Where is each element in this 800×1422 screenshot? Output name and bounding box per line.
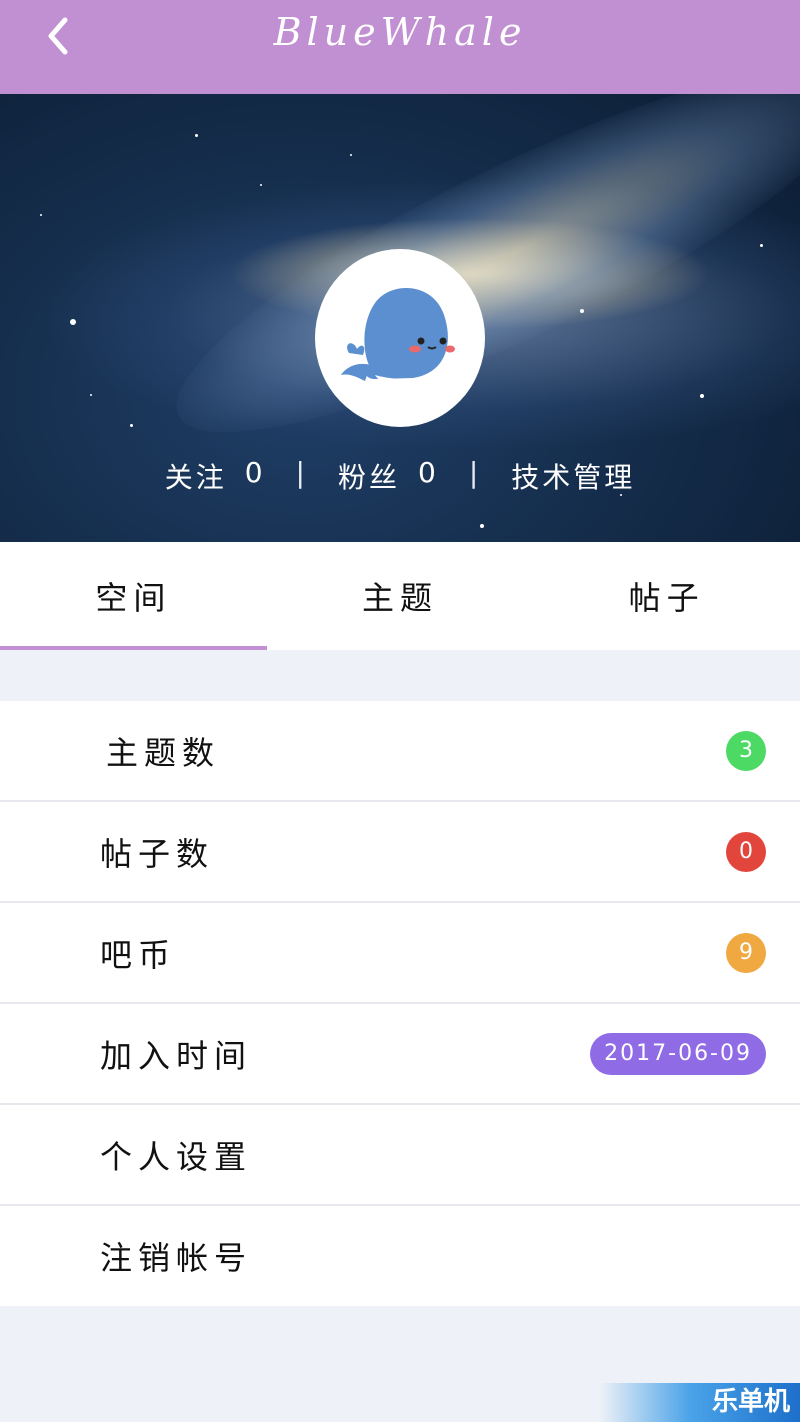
tab-label: 主题: [362, 579, 439, 617]
list-item-label: 帖子数: [100, 834, 215, 873]
follow-label: 关注: [164, 461, 227, 494]
tab-space[interactable]: 空间: [0, 542, 267, 650]
list-item-logout[interactable]: 注销帐号: [0, 1206, 800, 1306]
star: [350, 154, 352, 156]
fans-stat[interactable]: 粉丝 0: [338, 456, 439, 496]
tab-posts[interactable]: 帖子: [533, 542, 800, 650]
whale-avatar-icon: [341, 288, 455, 386]
profile-info-list: 主题数 3 帖子数 0 吧币 9 加入时间 2017-06-09 个人设置 注销…: [0, 701, 800, 1306]
list-item-topic-count[interactable]: 主题数 3: [0, 701, 800, 802]
list-item-settings[interactable]: 个人设置: [0, 1105, 800, 1206]
star: [195, 134, 198, 137]
tab-topics[interactable]: 主题: [267, 542, 534, 650]
stats-separator: |: [468, 456, 482, 489]
profile-stats: 关注 0 | 粉丝 0 | 技术管理: [0, 456, 800, 496]
list-item-join-date[interactable]: 加入时间 2017-06-09: [0, 1004, 800, 1105]
stats-separator: |: [295, 456, 308, 489]
fans-count: 0: [418, 456, 439, 489]
tab-label: 帖子: [628, 579, 705, 617]
date-badge: 2017-06-09: [590, 1032, 766, 1075]
profile-banner: 关注 0 | 粉丝 0 | 技术管理: [0, 94, 800, 542]
list-item-post-count[interactable]: 帖子数 0: [0, 802, 800, 903]
count-badge: 9: [726, 932, 766, 973]
star: [70, 319, 76, 325]
list-item-label: 吧币: [100, 935, 177, 974]
avatar[interactable]: [315, 249, 485, 427]
star: [760, 244, 763, 247]
fans-label: 粉丝: [337, 461, 400, 494]
star: [40, 214, 42, 216]
list-item-coins[interactable]: 吧币 9: [0, 903, 800, 1004]
role-stat: 技术管理: [511, 456, 635, 496]
star: [90, 394, 92, 396]
count-badge: 0: [726, 831, 766, 872]
list-item-label: 加入时间: [100, 1036, 253, 1075]
follow-stat[interactable]: 关注 0: [165, 456, 266, 496]
star: [700, 394, 704, 398]
star: [480, 524, 484, 528]
star: [260, 184, 262, 186]
list-item-label: 个人设置: [100, 1137, 253, 1176]
tab-label: 空间: [95, 579, 172, 617]
count-badge: 3: [726, 730, 766, 771]
top-bar: BlueWhale: [0, 0, 800, 94]
role-label: 技术管理: [511, 461, 636, 494]
star: [130, 424, 133, 427]
star: [580, 309, 584, 313]
watermark-logo: 乐单机: [600, 1383, 800, 1422]
list-item-label: 主题数: [106, 733, 221, 772]
profile-tabs: 空间 主题 帖子: [0, 542, 800, 650]
page-title: BlueWhale: [273, 10, 527, 54]
follow-count: 0: [244, 456, 266, 489]
list-item-label: 注销帐号: [100, 1239, 253, 1277]
